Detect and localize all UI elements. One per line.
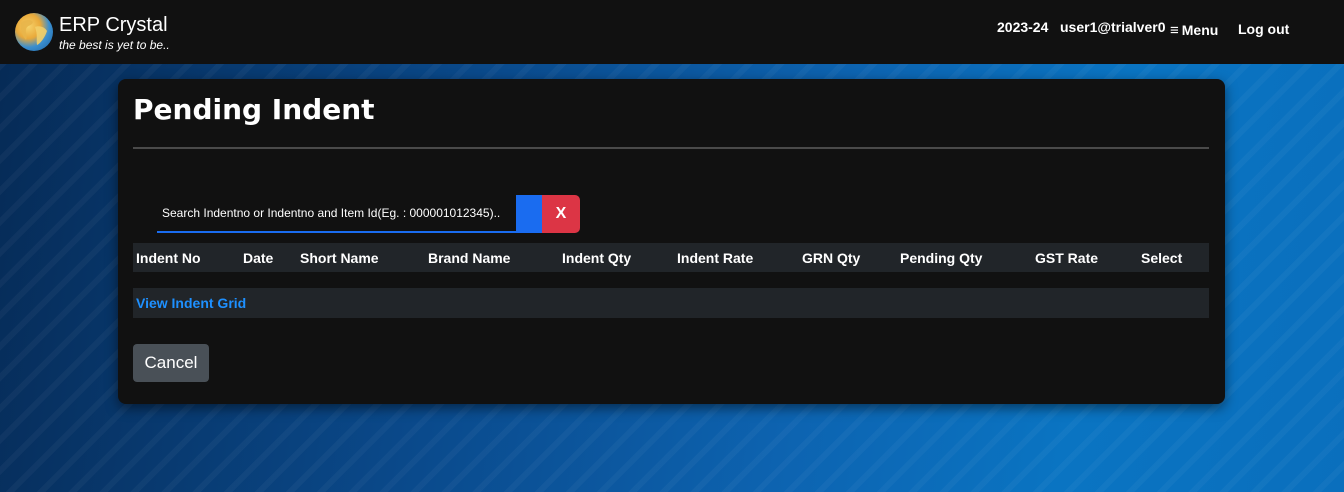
menu-label: Menu (1181, 22, 1219, 38)
logout-link[interactable]: Log out (1238, 21, 1289, 37)
top-navbar: ERP Crystal the best is yet to be.. 2023… (0, 0, 1344, 64)
financial-year: 2023-24 (997, 19, 1049, 35)
hamburger-icon: ≡ (1170, 22, 1179, 39)
search-input[interactable] (157, 195, 516, 233)
column-header: Brand Name (428, 250, 511, 266)
column-header: Pending Qty (900, 250, 983, 266)
title-divider (133, 147, 1209, 149)
search-button[interactable] (516, 195, 542, 233)
column-header: Short Name (300, 250, 379, 266)
column-header: GST Rate (1035, 250, 1099, 266)
menu-button[interactable]: ≡ Menu (1170, 22, 1218, 39)
column-header: Select (1141, 250, 1183, 266)
column-header: Indent Qty (562, 250, 632, 266)
column-header: Indent No (136, 250, 201, 266)
view-indent-grid-link[interactable]: View Indent Grid (136, 295, 246, 311)
brand-tagline: the best is yet to be.. (59, 38, 170, 52)
globe-logo-icon (15, 13, 53, 51)
clear-search-button[interactable]: X (542, 195, 580, 233)
user-name: user1@trialver0 (1060, 19, 1166, 35)
column-header: Indent Rate (677, 250, 754, 266)
cancel-button[interactable]: Cancel (133, 344, 209, 382)
table-header: Indent No Date Short Name Brand Name Ind… (133, 243, 1209, 272)
pending-indent-card: Pending Indent X Indent No Date Short Na… (118, 79, 1225, 404)
column-header: GRN Qty (802, 250, 861, 266)
page-title: Pending Indent (133, 93, 375, 126)
view-grid-row: View Indent Grid (133, 288, 1209, 318)
column-header: Date (243, 250, 274, 266)
brand-title[interactable]: ERP Crystal (59, 14, 168, 36)
